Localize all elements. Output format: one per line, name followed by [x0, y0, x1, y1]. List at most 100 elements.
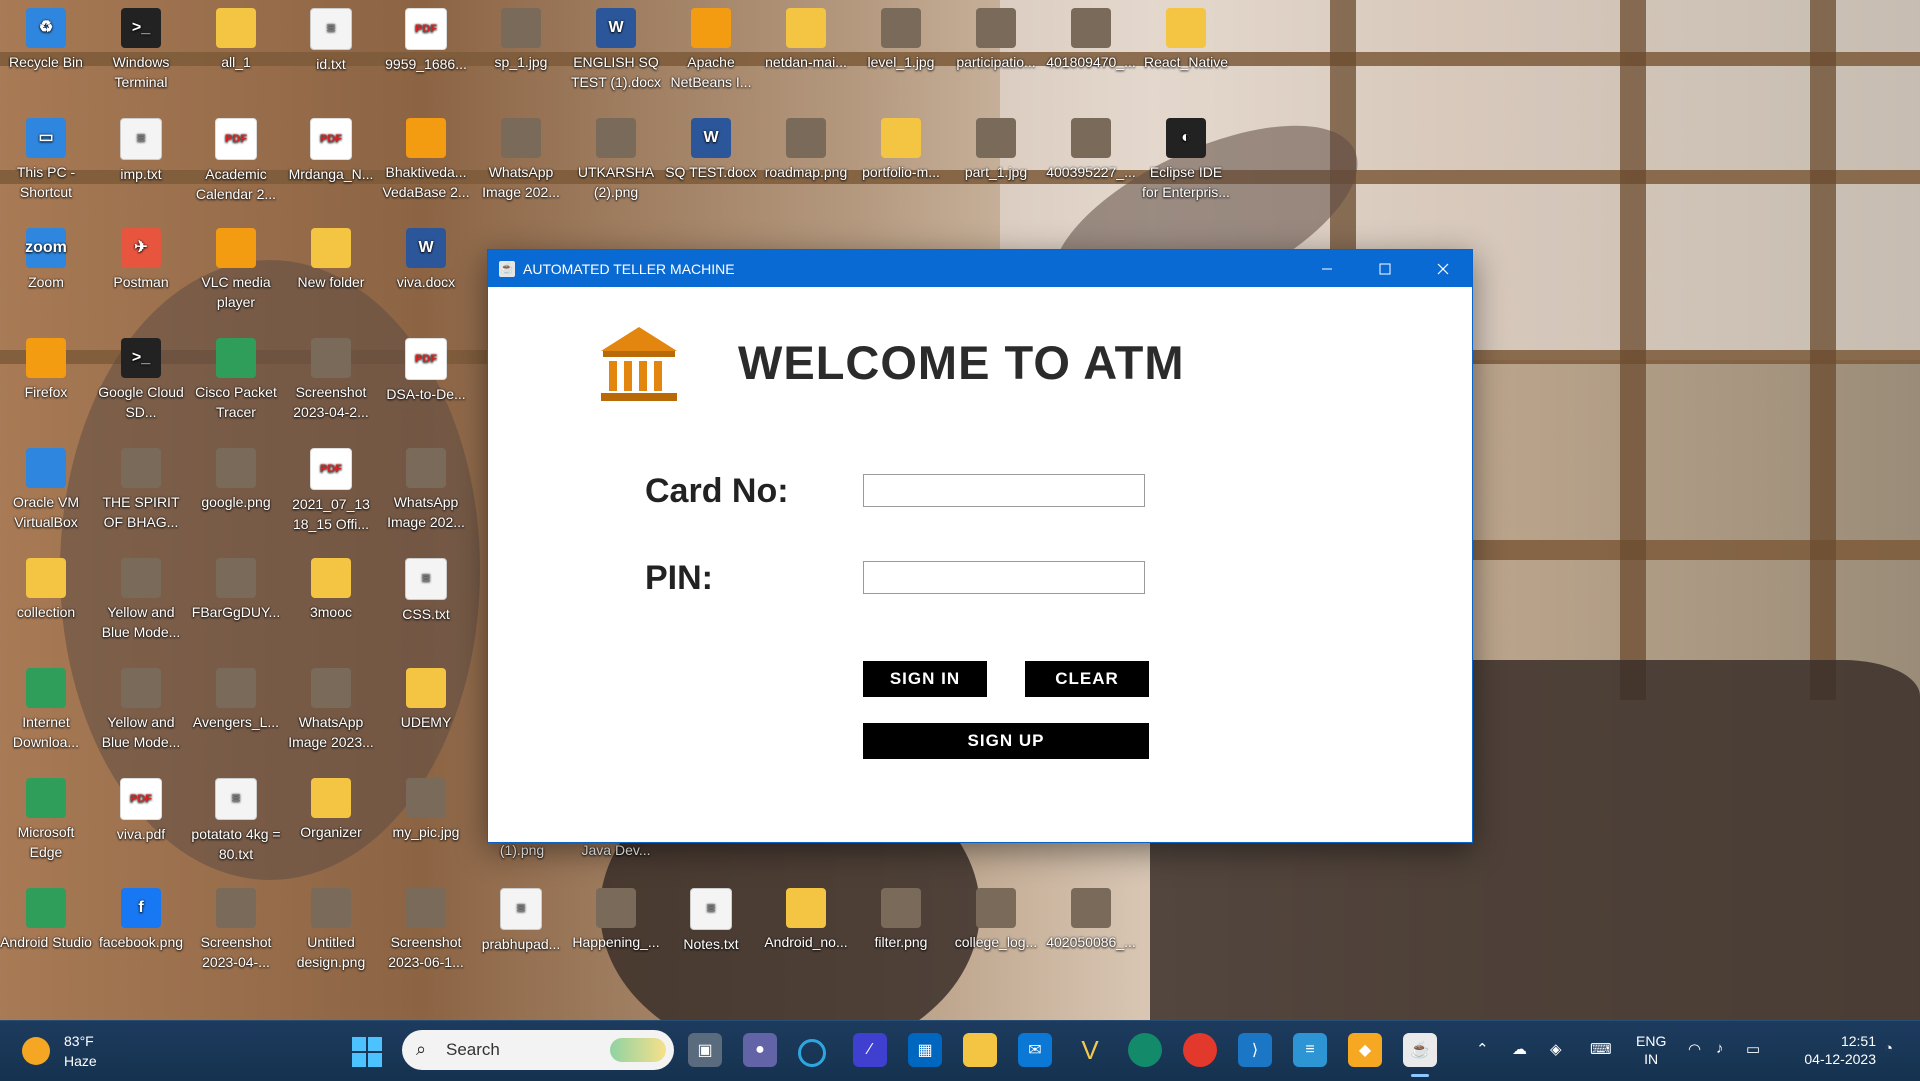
desktop-icon[interactable]: Yellow and Blue Mode... — [95, 664, 187, 752]
card-number-input[interactable] — [863, 474, 1145, 507]
edge-dev-icon[interactable] — [1128, 1033, 1162, 1067]
notepad-icon[interactable]: ≡ — [1293, 1033, 1327, 1067]
desktop-icon[interactable]: 400395227_... — [1045, 114, 1137, 182]
window-titlebar[interactable]: ☕ AUTOMATED TELLER MACHINE — [488, 250, 1472, 287]
maximize-button[interactable] — [1356, 250, 1414, 287]
netbeans-taskbar-icon[interactable]: ◆ — [1348, 1033, 1382, 1067]
taskbar-search[interactable]: ⌕ Search — [402, 1030, 674, 1070]
desktop-icon[interactable]: 402050086_... — [1045, 884, 1137, 952]
store-icon[interactable]: ▦ — [908, 1033, 942, 1067]
desktop-icon[interactable]: ▭ This PC - Shortcut — [0, 114, 92, 202]
desktop-icon[interactable]: collection — [0, 554, 92, 622]
desktop-icon[interactable]: participatio... — [950, 4, 1042, 72]
desktop-icon[interactable]: Apache NetBeans I... — [665, 4, 757, 92]
desktop-icon[interactable]: roadmap.png — [760, 114, 852, 182]
desktop-icon[interactable]: VLC media player — [190, 224, 282, 312]
desktop-icon[interactable]: Avengers_L... — [190, 664, 282, 732]
clock[interactable]: 12:51 04-12-2023 — [1780, 1032, 1876, 1068]
weather-widget[interactable]: 83°F Haze — [22, 1029, 142, 1073]
desktop-icon[interactable]: 401809470_... — [1045, 4, 1137, 72]
clear-button[interactable]: CLEAR — [1025, 661, 1149, 697]
battery-icon[interactable]: ▭ — [1746, 1040, 1760, 1058]
desktop-icon[interactable]: Firefox — [0, 334, 92, 402]
partial-icon-label[interactable]: Java Dev... — [570, 840, 662, 860]
mail-icon[interactable]: ✉ — [1018, 1033, 1052, 1067]
desktop-icon[interactable]: PDF DSA-to-De... — [380, 334, 472, 404]
desktop-icon[interactable]: Happening_... — [570, 884, 662, 952]
desktop-icon[interactable]: my_pic.jpg — [380, 774, 472, 842]
notification-bell-icon[interactable]: ◔ — [1884, 1040, 1893, 1057]
start-button[interactable] — [352, 1037, 382, 1067]
desktop-icon[interactable]: UDEMY — [380, 664, 472, 732]
desktop-icon[interactable]: filter.png — [855, 884, 947, 952]
desktop-icon[interactable]: ✈ Postman — [95, 224, 187, 292]
java-taskbar-icon[interactable]: ☕ — [1403, 1033, 1437, 1067]
desktop-icon[interactable]: all_1 — [190, 4, 282, 72]
sign-in-button[interactable]: SIGN IN — [863, 661, 987, 697]
desktop-icon[interactable]: >_ Google Cloud SD... — [95, 334, 187, 422]
desktop-icon[interactable]: WhatsApp Image 2023... — [285, 664, 377, 752]
desktop-icon[interactable]: ◐ Eclipse IDE for Enterpris... — [1140, 114, 1232, 202]
desktop-icon[interactable]: Organizer — [285, 774, 377, 842]
desktop-icon[interactable]: Android Studio — [0, 884, 92, 952]
desktop-icon[interactable]: New folder — [285, 224, 377, 292]
desktop-icon[interactable]: Wviva.docx — [380, 224, 472, 292]
pen-app-icon[interactable]: ∕ — [853, 1033, 887, 1067]
desktop-icon[interactable]: ♻ Recycle Bin — [0, 4, 92, 72]
desktop-icon[interactable]: Cisco Packet Tracer — [190, 334, 282, 422]
close-button[interactable] — [1414, 250, 1472, 287]
desktop-icon[interactable]: PDF viva.pdf — [95, 774, 187, 844]
desktop-icon[interactable]: ≡ imp.txt — [95, 114, 187, 184]
desktop-icon[interactable]: zoom Zoom — [0, 224, 92, 292]
desktop-icon[interactable]: Android_no... — [760, 884, 852, 952]
desktop-icon[interactable]: UTKARSHA (2).png — [570, 114, 662, 202]
desktop-icon[interactable]: google.png — [190, 444, 282, 512]
desktop-icon[interactable]: Bhaktiveda... VedaBase 2... — [380, 114, 472, 202]
desktop-icon[interactable]: PDF Mrdanga_N... — [285, 114, 377, 184]
desktop-icon[interactable]: level_1.jpg — [855, 4, 947, 72]
desktop-icon[interactable]: Screenshot 2023-04-2... — [285, 334, 377, 422]
desktop-icon[interactable]: >_ Windows Terminal — [95, 4, 187, 92]
onedrive-icon[interactable]: ☁ — [1512, 1040, 1527, 1058]
desktop-icon[interactable]: ≡ id.txt — [285, 4, 377, 74]
desktop-icon[interactable]: Screenshot 2023-06-1... — [380, 884, 472, 972]
desktop-icon[interactable]: 3mooc — [285, 554, 377, 622]
minimize-button[interactable] — [1298, 250, 1356, 287]
desktop-icon[interactable]: ≡ prabhupad... — [475, 884, 567, 954]
desktop-icon[interactable]: ≡ CSS.txt — [380, 554, 472, 624]
desktop-icon[interactable]: Microsoft Edge — [0, 774, 92, 862]
desktop-icon[interactable]: W ENGLISH SQ TEST (1).docx — [570, 4, 662, 92]
desktop-icon[interactable]: Untitled design.png — [285, 884, 377, 972]
file-explorer-icon[interactable] — [963, 1033, 997, 1067]
pin-input[interactable] — [863, 561, 1145, 594]
desktop-icon[interactable]: WhatsApp Image 202... — [475, 114, 567, 202]
v-app-icon[interactable]: V — [1073, 1033, 1107, 1067]
desktop-icon[interactable]: Internet Downloa... — [0, 664, 92, 752]
desktop-icon[interactable]: Oracle VM VirtualBox — [0, 444, 92, 532]
desktop-icon[interactable]: PDF Academic Calendar 2... — [190, 114, 282, 204]
desktop-icon[interactable]: PDF 2021_07_13 18_15 Offi... — [285, 444, 377, 534]
sign-up-button[interactable]: SIGN UP — [863, 723, 1149, 759]
desktop-icon[interactable]: Yellow and Blue Mode... — [95, 554, 187, 642]
keyboard-icon[interactable]: ⌨ — [1590, 1040, 1612, 1058]
desktop-icon[interactable]: React_Native — [1140, 4, 1232, 72]
desktop-icon[interactable]: ≡ Notes.txt — [665, 884, 757, 954]
partial-icon-label[interactable]: (1).png — [476, 840, 568, 860]
vscode-icon[interactable]: ⟩ — [1238, 1033, 1272, 1067]
desktop-icon[interactable]: netdan-mai... — [760, 4, 852, 72]
desktop-icon[interactable]: ≡ potatato 4kg = 80.txt — [190, 774, 282, 864]
teams-chat-icon[interactable]: ● — [743, 1033, 777, 1067]
desktop-icon[interactable]: WhatsApp Image 202... — [380, 444, 472, 532]
security-shield-icon[interactable]: ◈ — [1550, 1040, 1562, 1058]
task-view-icon[interactable]: ▣ — [688, 1033, 722, 1067]
desktop-icon[interactable]: f facebook.png — [95, 884, 187, 952]
desktop-icon[interactable]: portfolio-m... — [855, 114, 947, 182]
language-indicator[interactable]: ENG IN — [1636, 1032, 1666, 1068]
desktop-icon[interactable]: Screenshot 2023-04-... — [190, 884, 282, 972]
chevron-up-icon[interactable]: ⌃ — [1476, 1040, 1489, 1058]
desktop-icon[interactable]: part_1.jpg — [950, 114, 1042, 182]
chrome-icon[interactable] — [1183, 1033, 1217, 1067]
wifi-icon[interactable]: ◠ — [1688, 1040, 1701, 1058]
desktop-icon[interactable]: FBarGgDUY... — [190, 554, 282, 622]
volume-icon[interactable]: ♪ — [1716, 1040, 1724, 1057]
